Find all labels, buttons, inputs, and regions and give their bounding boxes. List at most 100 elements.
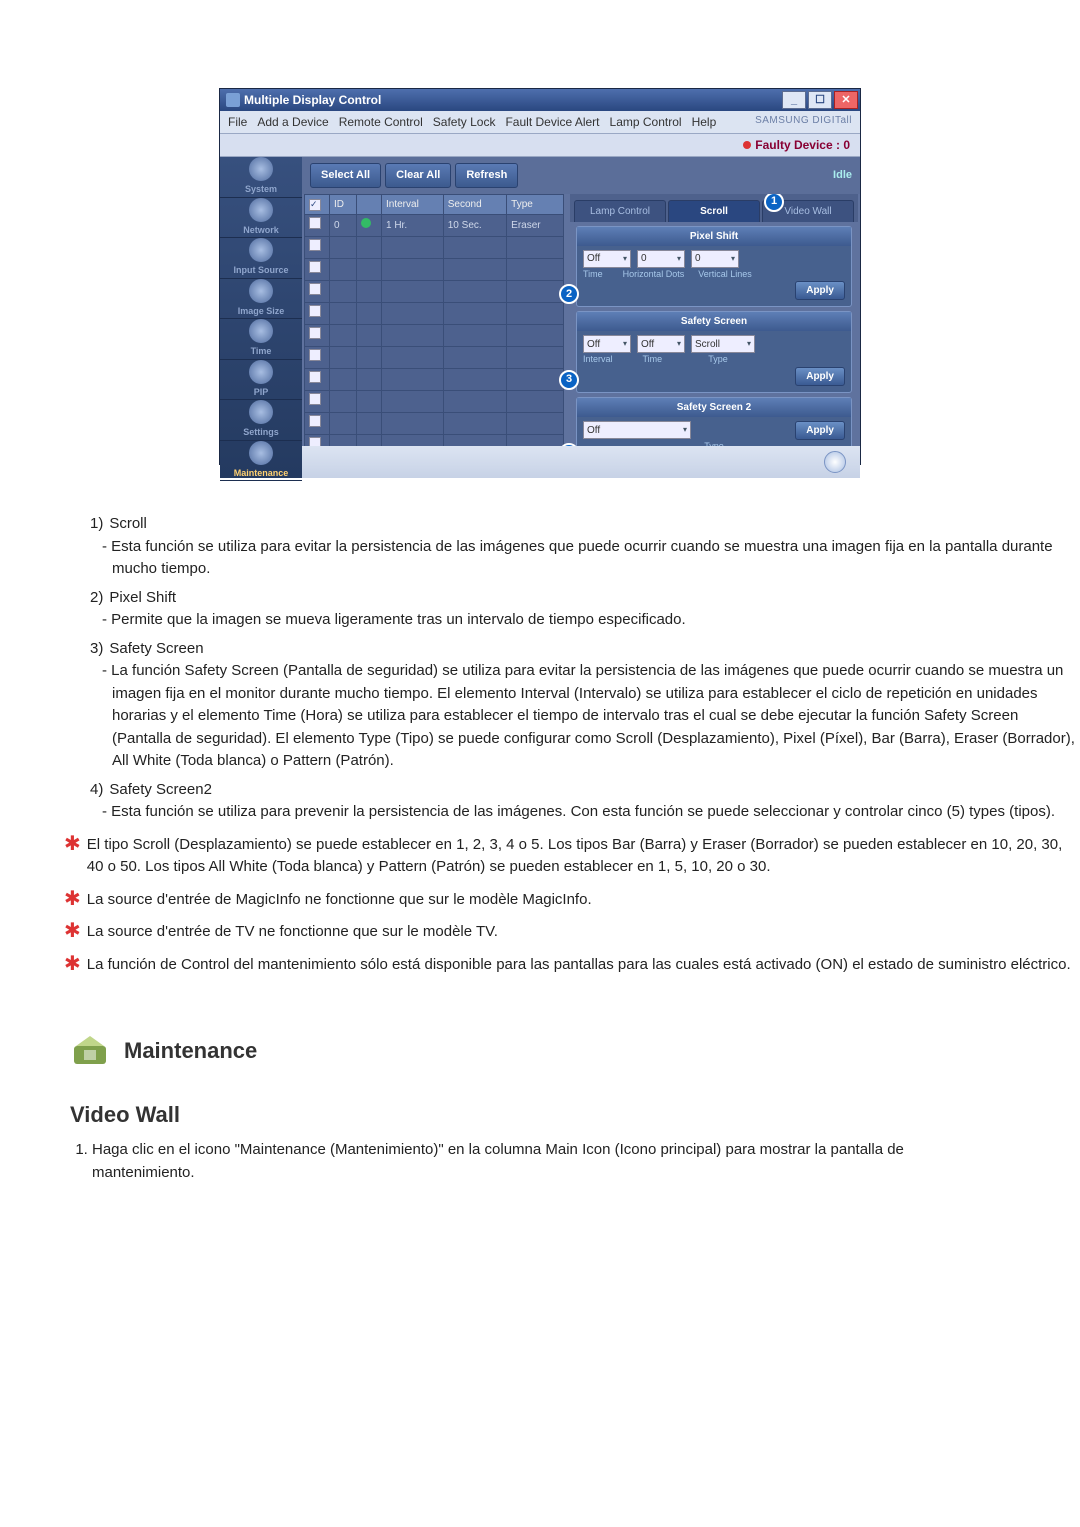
item-title: Pixel Shift xyxy=(109,589,176,606)
close-button[interactable]: ✕ xyxy=(834,91,858,109)
item-text: Esta función se utiliza para prevenir la… xyxy=(90,801,1080,824)
row-checkbox[interactable] xyxy=(309,327,321,339)
item-title: Safety Screen2 xyxy=(109,781,212,798)
star-icon: ✱ xyxy=(64,954,81,974)
app-icon xyxy=(226,93,240,107)
cap-vlines: Vertical Lines xyxy=(698,268,752,282)
safety-type-select[interactable]: Scroll▾ xyxy=(691,335,755,353)
sidebar-item-pip[interactable]: PIP xyxy=(220,360,302,401)
maximize-button[interactable]: ☐ xyxy=(808,91,832,109)
pixel-shift-vlines-select[interactable]: 0▾ xyxy=(691,250,739,268)
sidebar-item-label: Time xyxy=(251,345,272,359)
sidebar-item-network[interactable]: Network xyxy=(220,198,302,239)
menu-item[interactable]: Fault Device Alert xyxy=(505,113,599,131)
time-icon xyxy=(249,319,273,343)
tab-lamp-control[interactable]: Lamp Control xyxy=(574,200,666,222)
tab-scroll[interactable]: Scroll xyxy=(668,200,760,222)
row-checkbox[interactable] xyxy=(309,393,321,405)
status-bar xyxy=(302,446,860,478)
app-window: Multiple Display Control _ ☐ ✕ File Add … xyxy=(219,88,861,465)
safety2-onoff-select[interactable]: Off▾ xyxy=(583,421,691,439)
item-text: Esta función se utiliza para evitar la p… xyxy=(90,536,1080,581)
pixel-shift-onoff-select[interactable]: Off▾ xyxy=(583,250,631,268)
table-row[interactable] xyxy=(305,258,564,280)
cell-interval: 1 Hr. xyxy=(382,214,444,236)
table-row[interactable] xyxy=(305,280,564,302)
menu-item[interactable]: Safety Lock xyxy=(433,113,496,131)
sidebar-item-image-size[interactable]: Image Size xyxy=(220,279,302,320)
pixel-shift-apply-button[interactable]: Apply xyxy=(795,281,845,300)
item-title: Scroll xyxy=(109,515,147,532)
table-row[interactable] xyxy=(305,236,564,258)
col-interval: Interval xyxy=(382,194,444,214)
safety-onoff-select[interactable]: Off▾ xyxy=(583,335,631,353)
note-text: La source d'entrée de MagicInfo ne fonct… xyxy=(87,889,592,912)
star-icon: ✱ xyxy=(64,921,81,941)
info-bar: Faulty Device : 0 xyxy=(220,134,860,157)
image-size-icon xyxy=(249,279,273,303)
sidebar-item-label: Input Source xyxy=(233,264,288,278)
row-checkbox[interactable] xyxy=(309,283,321,295)
row-checkbox[interactable] xyxy=(309,217,321,229)
clear-all-button[interactable]: Clear All xyxy=(385,163,451,188)
table-row[interactable]: 0 1 Hr. 10 Sec. Eraser xyxy=(305,214,564,236)
note-line: ✱La función de Control del mantenimiento… xyxy=(0,954,1080,977)
table-row[interactable] xyxy=(305,390,564,412)
menu-item[interactable]: File xyxy=(228,113,247,131)
note-line: ✱La source d'entrée de MagicInfo ne fonc… xyxy=(0,889,1080,912)
table-row[interactable] xyxy=(305,324,564,346)
safety2-apply-button[interactable]: Apply xyxy=(795,421,845,440)
callout-3: 3 xyxy=(559,370,579,390)
minimize-button[interactable]: _ xyxy=(782,91,806,109)
row-checkbox[interactable] xyxy=(309,349,321,361)
col-second: Second xyxy=(443,194,506,214)
sidebar-item-settings[interactable]: Settings xyxy=(220,400,302,441)
maintenance-icon xyxy=(249,441,273,465)
cap-type: Type xyxy=(708,353,728,367)
item-text: La función Safety Screen (Pantalla de se… xyxy=(90,660,1080,773)
row-checkbox[interactable] xyxy=(309,415,321,427)
sidebar-item-time[interactable]: Time xyxy=(220,319,302,360)
item-text: Permite que la imagen se mueva ligeramen… xyxy=(90,609,1080,632)
checkbox-header[interactable] xyxy=(309,199,321,211)
sidebar-item-system[interactable]: System xyxy=(220,157,302,198)
sidebar-item-maintenance[interactable]: Maintenance xyxy=(220,441,302,482)
section-header: Maintenance xyxy=(0,1030,1080,1070)
table-row[interactable] xyxy=(305,412,564,434)
menu-bar: File Add a Device Remote Control Safety … xyxy=(220,111,860,134)
row-checkbox[interactable] xyxy=(309,261,321,273)
col-type: Type xyxy=(507,194,564,214)
menu-item[interactable]: Remote Control xyxy=(339,113,423,131)
table-row[interactable] xyxy=(305,346,564,368)
safety-second-select[interactable]: Off▾ xyxy=(637,335,685,353)
steps-list: Haga clic en el icono "Maintenance (Mant… xyxy=(0,1139,1080,1184)
menu-item[interactable]: Add a Device xyxy=(257,113,328,131)
panel-pixel-shift: Pixel Shift Off▾ 0▾ 0▾ TimeHorizontal Do… xyxy=(576,226,852,308)
idle-label: Idle xyxy=(833,167,852,184)
panel-title: Safety Screen xyxy=(577,312,851,331)
sidebar-item-input-source[interactable]: Input Source xyxy=(220,238,302,279)
settings-icon xyxy=(249,400,273,424)
subsection-heading: Video Wall xyxy=(70,1098,1080,1131)
row-checkbox[interactable] xyxy=(309,239,321,251)
refresh-button[interactable]: Refresh xyxy=(455,163,518,188)
cap-type: Type xyxy=(704,440,724,447)
select-all-button[interactable]: Select All xyxy=(310,163,381,188)
menu-item[interactable]: Help xyxy=(692,113,717,131)
cap-time: Time xyxy=(583,268,603,282)
device-grid: ID Interval Second Type 0 1 Hr. xyxy=(304,194,564,447)
row-checkbox[interactable] xyxy=(309,437,321,447)
table-row[interactable] xyxy=(305,434,564,446)
system-icon xyxy=(249,157,273,181)
row-checkbox[interactable] xyxy=(309,305,321,317)
menu-item[interactable]: Lamp Control xyxy=(610,113,682,131)
input-source-icon xyxy=(249,238,273,262)
table-row[interactable] xyxy=(305,302,564,324)
cell-second: 10 Sec. xyxy=(443,214,506,236)
safety-apply-button[interactable]: Apply xyxy=(795,367,845,386)
cap-hdots: Horizontal Dots xyxy=(623,268,685,282)
pixel-shift-hdots-select[interactable]: 0▾ xyxy=(637,250,685,268)
table-row[interactable] xyxy=(305,368,564,390)
row-checkbox[interactable] xyxy=(309,371,321,383)
sidebar-item-label: Settings xyxy=(243,426,279,440)
